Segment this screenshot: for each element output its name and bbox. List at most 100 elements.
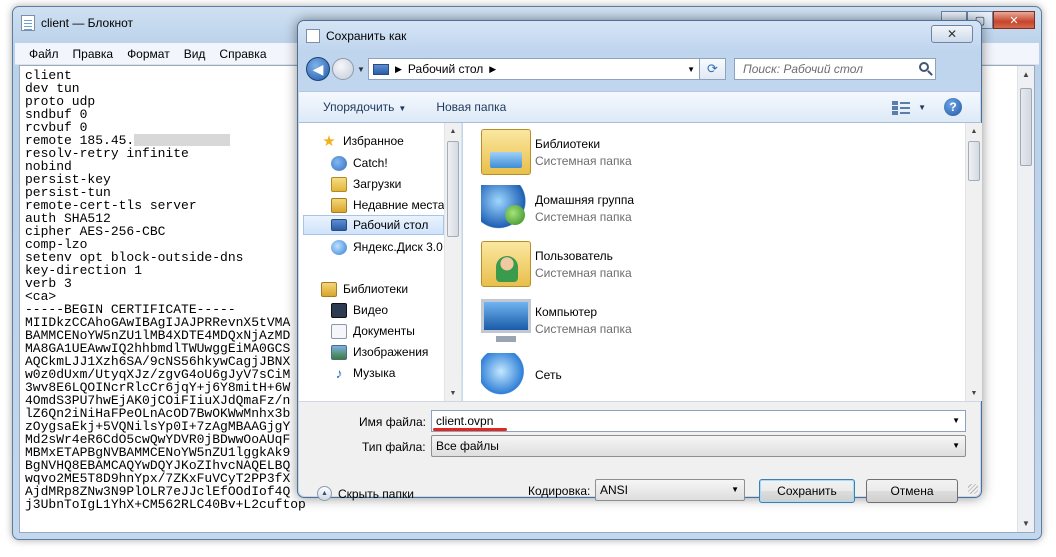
scroll-down-arrow[interactable]: ▼	[966, 385, 982, 401]
address-location[interactable]: Рабочий стол	[408, 62, 483, 76]
recent-places-icon	[331, 197, 347, 213]
scroll-down-arrow[interactable]: ▼	[445, 385, 461, 401]
sidebar-item-label: Загрузки	[353, 177, 402, 191]
images-icon	[331, 344, 347, 360]
navigation-pane: ★ Избранное Catch! Загрузки Недавние мест…	[299, 123, 462, 401]
sidebar-item-music[interactable]: ♪ Музыка	[331, 363, 444, 383]
list-item-network[interactable]: Сеть	[481, 351, 562, 401]
recent-locations-dropdown[interactable]: ▼	[354, 65, 368, 74]
video-icon	[331, 302, 347, 318]
organize-button[interactable]: Упорядочить ▼	[323, 100, 406, 114]
star-icon: ★	[322, 132, 336, 150]
chevron-down-icon: ▼	[398, 104, 407, 113]
catch-icon	[331, 155, 347, 171]
homegroup-icon	[481, 185, 531, 231]
menu-file[interactable]: Файл	[29, 47, 59, 61]
encoding-value: ANSI	[600, 483, 629, 497]
hide-folders-button[interactable]: ▲ Скрыть папки	[317, 486, 414, 501]
sidebar-item-label: Библиотеки	[343, 282, 409, 296]
sidebar-item-video[interactable]: Видео	[331, 300, 444, 320]
scroll-up-arrow[interactable]: ▲	[445, 123, 461, 139]
menu-help[interactable]: Справка	[219, 47, 266, 61]
sidebar-item-yandex-disk[interactable]: Яндекс.Диск 3.0	[331, 237, 444, 257]
music-icon: ♪	[335, 364, 343, 381]
filename-field[interactable]: client.ovpn ▼	[431, 410, 966, 432]
view-details-icon	[892, 100, 911, 114]
desktop-icon	[373, 63, 389, 75]
scroll-down-arrow[interactable]: ▼	[1018, 515, 1034, 532]
back-button[interactable]: ◀	[306, 57, 330, 81]
cancel-button[interactable]: Отмена	[866, 479, 958, 503]
file-type: Системная папка	[535, 321, 632, 336]
save-button[interactable]: Сохранить	[759, 479, 855, 503]
scroll-thumb[interactable]	[447, 141, 459, 237]
notepad-scrollbar[interactable]: ▲ ▼	[1017, 66, 1034, 532]
navigation-scrollbar[interactable]: ▲ ▼	[444, 123, 461, 401]
libraries-icon	[321, 281, 337, 297]
scroll-thumb[interactable]	[1020, 88, 1032, 166]
scroll-up-arrow[interactable]: ▲	[1018, 66, 1034, 83]
search-input[interactable]: Поиск: Рабочий стол	[734, 58, 936, 80]
sidebar-item-catch[interactable]: Catch!	[331, 153, 444, 173]
redacted-text	[134, 134, 231, 146]
help-icon[interactable]: ?	[944, 98, 962, 116]
sidebar-item-libraries[interactable]: Библиотеки	[321, 279, 444, 299]
encoding-label: Кодировка:	[528, 484, 591, 498]
file-type: Системная папка	[535, 209, 632, 224]
close-button[interactable]: ✕	[993, 11, 1035, 29]
address-row: ◀ ▼ ▶ Рабочий стол ▶ ▼ ⟳ Поиск: Рабочий …	[306, 55, 973, 83]
list-item-computer[interactable]: Компьютер Системная папка	[481, 295, 632, 345]
libraries-folder-icon	[481, 129, 531, 175]
filename-value[interactable]: client.ovpn	[436, 414, 493, 428]
notepad-content: client dev tun proto udp sndbuf 0 rcvbuf 0 re…	[25, 69, 306, 511]
filetype-select[interactable]: Все файлы ▼	[431, 435, 966, 457]
chevron-down-icon[interactable]: ▼	[952, 416, 960, 425]
search-icon[interactable]	[919, 62, 929, 72]
encoding-select[interactable]: ANSI ▼	[595, 479, 745, 501]
dialog-close-button[interactable]: ✕	[931, 25, 973, 43]
scroll-up-arrow[interactable]: ▲	[966, 123, 982, 139]
menu-edit[interactable]: Правка	[73, 47, 114, 61]
text-line: verb 3	[25, 276, 72, 291]
list-item-libraries[interactable]: Библиотеки Системная папка	[481, 127, 632, 177]
sidebar-item-desktop[interactable]: Рабочий стол	[303, 215, 444, 235]
list-item-user[interactable]: Пользователь Системная папка	[481, 239, 632, 289]
filename-label: Имя файла:	[359, 415, 426, 429]
list-item-homegroup[interactable]: Домашняя группа Системная папка	[481, 183, 634, 233]
chevron-down-icon[interactable]: ▼	[687, 65, 695, 74]
sidebar-item-label: Музыка	[353, 366, 396, 380]
filetype-value: Все файлы	[436, 439, 499, 453]
address-bar[interactable]: ▶ Рабочий стол ▶ ▼	[368, 58, 700, 80]
file-name: Компьютер	[535, 304, 598, 319]
chevron-down-icon: ▼	[918, 102, 926, 112]
dialog-footer: Имя файла: client.ovpn ▼ Тип файла: Все …	[299, 401, 980, 503]
menu-format[interactable]: Формат	[127, 47, 170, 61]
change-view-button[interactable]: ▼	[892, 100, 926, 114]
menu-view[interactable]: Вид	[184, 47, 206, 61]
yandex-disk-icon	[331, 239, 347, 255]
sidebar-item-images[interactable]: Изображения	[331, 342, 444, 362]
notepad-title: client — Блокнот	[41, 16, 134, 30]
sidebar-item-favorites[interactable]: ★ Избранное	[321, 131, 444, 151]
network-icon	[481, 353, 531, 399]
dialog-titlebar: Сохранить как	[306, 29, 406, 43]
breadcrumb-separator-icon[interactable]: ▶	[395, 64, 402, 75]
sidebar-item-downloads[interactable]: Загрузки	[331, 174, 444, 194]
sidebar-item-documents[interactable]: Документы	[331, 321, 444, 341]
file-type: Системная папка	[535, 265, 632, 280]
forward-button[interactable]	[332, 58, 354, 80]
chevron-right-icon[interactable]: ▶	[489, 64, 496, 75]
new-folder-button[interactable]: Новая папка	[436, 100, 506, 114]
sidebar-item-label: Видео	[353, 303, 389, 317]
downloads-folder-icon	[331, 176, 347, 192]
scroll-thumb[interactable]	[968, 141, 980, 181]
sidebar-item-label: Яндекс.Диск 3.0	[353, 240, 443, 254]
resize-grip[interactable]	[968, 484, 978, 494]
text-line: j3UbnToIgL1YhX+CM562RLC40Bv+L2cuftop	[25, 497, 306, 512]
sidebar-item-recent-places[interactable]: Недавние места	[331, 195, 444, 215]
computer-icon	[481, 299, 531, 342]
file-name: Домашняя группа	[535, 192, 635, 207]
refresh-button[interactable]: ⟳	[700, 58, 726, 80]
documents-icon	[331, 323, 347, 339]
file-list-scrollbar[interactable]: ▲ ▼	[965, 123, 982, 401]
